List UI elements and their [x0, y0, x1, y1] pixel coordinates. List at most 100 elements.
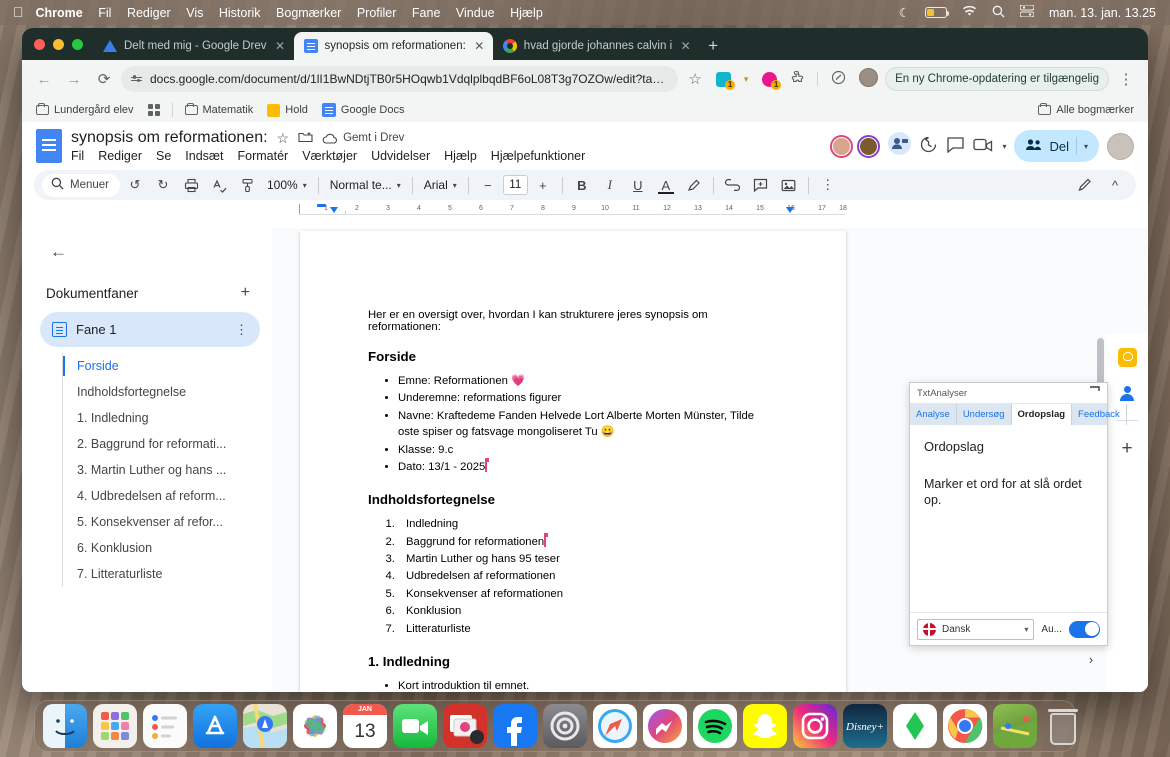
horizontal-ruler[interactable]: 1 2 3 4 5 6 7 8 9 10 11 12 13 14 15 16 1…: [299, 202, 847, 215]
presence-icon[interactable]: [888, 132, 912, 160]
back-button[interactable]: ←: [31, 71, 57, 88]
docs-menu-hjaelpefunktioner[interactable]: Hjælpefunktioner: [491, 149, 586, 163]
chevron-down-icon[interactable]: ▾: [1002, 142, 1006, 151]
italic-button[interactable]: I: [597, 173, 623, 197]
print-icon[interactable]: [178, 173, 204, 197]
browser-tab-drive[interactable]: Delt med mig - Google Drev ✕: [93, 32, 294, 60]
docs-menu-se[interactable]: Se: [156, 149, 171, 163]
auto-toggle[interactable]: [1069, 620, 1100, 638]
outline-item-baggrund[interactable]: 2. Baggrund for reformati...: [63, 431, 260, 457]
tab-options-button[interactable]: ⋮: [235, 322, 248, 338]
menu-item-bogmaerker[interactable]: Bogmærker: [276, 6, 341, 20]
moon-icon[interactable]: ☾: [899, 5, 910, 20]
move-to-folder-icon[interactable]: [298, 130, 313, 146]
menu-item-historik[interactable]: Historik: [219, 6, 261, 20]
txtanalyser-panel[interactable]: TxtAnalyser Analyse Undersøg Ordopslag F…: [909, 382, 1127, 646]
share-button[interactable]: Del ▾: [1014, 130, 1099, 162]
docs-menu-indsaet[interactable]: Indsæt: [185, 149, 223, 163]
browser-tab-docs-active[interactable]: synopsis om reformationen: ✕: [293, 32, 493, 60]
all-bookmarks-button[interactable]: Alle bogmærker: [1033, 102, 1139, 118]
dock-app-reminders[interactable]: [143, 704, 187, 748]
dock-app-calendar[interactable]: JAN 13: [343, 704, 387, 748]
chevron-down-icon[interactable]: ▾: [738, 74, 754, 85]
insert-image-icon[interactable]: [776, 173, 802, 197]
dock-app-facebook[interactable]: [493, 704, 537, 748]
collaborator-avatar-2[interactable]: [857, 134, 881, 158]
collaborator-avatar-1[interactable]: [830, 134, 854, 158]
dock-app-spotify[interactable]: [693, 704, 737, 748]
outline-item-indholdsfortegnelse[interactable]: Indholdsfortegnelse: [63, 379, 260, 405]
bookmark-apps-grid[interactable]: [143, 102, 165, 118]
menu-bar-clock[interactable]: man. 13. jan. 13.25: [1049, 6, 1156, 20]
minimize-window-button[interactable]: [53, 38, 64, 50]
close-tab-button[interactable]: ✕: [679, 39, 692, 53]
increase-font-size-button[interactable]: +: [530, 173, 556, 197]
profile-avatar[interactable]: [855, 67, 881, 91]
outline-item-martin-luther[interactable]: 3. Martin Luther og hans ...: [63, 457, 260, 483]
paragraph-style-dropdown[interactable]: Normal te... ▾: [325, 173, 406, 197]
docs-menu-vaerktoejer[interactable]: Værktøjer: [302, 149, 357, 163]
reload-button[interactable]: ⟳: [91, 70, 117, 88]
language-select[interactable]: Dansk ▾: [917, 618, 1035, 640]
maximize-window-button[interactable]: [72, 38, 83, 50]
text-color-button[interactable]: A: [653, 173, 679, 197]
wifi-icon[interactable]: [962, 5, 977, 20]
paint-format-icon[interactable]: [234, 173, 260, 197]
docs-menu-hjaelp[interactable]: Hjælp: [444, 149, 477, 163]
menu-search-button[interactable]: Menuer: [42, 173, 120, 197]
site-settings-icon[interactable]: [131, 74, 142, 83]
version-history-icon[interactable]: [919, 135, 938, 157]
close-tab-button[interactable]: ✕: [274, 39, 287, 53]
address-bar[interactable]: docs.google.com/document/d/1lI1BwNDtjTB0…: [121, 66, 679, 92]
add-tab-button[interactable]: +: [241, 284, 250, 302]
account-avatar[interactable]: [1107, 132, 1134, 160]
docs-menu-formater[interactable]: Formatér: [238, 149, 289, 163]
battery-icon[interactable]: [924, 7, 950, 18]
docs-menu-rediger[interactable]: Rediger: [98, 149, 142, 163]
dock-app-system-settings[interactable]: [543, 704, 587, 748]
contacts-icon[interactable]: [1118, 384, 1137, 403]
dock-app-app-store[interactable]: [193, 704, 237, 748]
outline-item-udbredelsen[interactable]: 4. Udbredelsen af reform...: [63, 483, 260, 509]
outline-item-konklusion[interactable]: 6. Konklusion: [63, 535, 260, 561]
add-comment-icon[interactable]: [748, 173, 774, 197]
dock-app-photo-booth[interactable]: [443, 704, 487, 748]
highlight-pen-icon[interactable]: [681, 173, 707, 197]
privacy-shield-icon[interactable]: [825, 70, 851, 89]
undo-button[interactable]: ↺: [122, 173, 148, 197]
dock-app-facetime[interactable]: [393, 704, 437, 748]
font-family-dropdown[interactable]: Arial ▾: [419, 173, 462, 197]
video-camera-icon[interactable]: [973, 137, 994, 155]
bookmark-star-icon[interactable]: ☆: [682, 70, 708, 88]
dock-app-safari[interactable]: [593, 704, 637, 748]
collapse-panel-icon[interactable]: [1089, 386, 1100, 400]
extension-icon-2[interactable]: 1: [758, 69, 782, 90]
menu-item-rediger[interactable]: Rediger: [127, 6, 171, 20]
close-sidebar-button[interactable]: ←: [50, 242, 260, 262]
control-center-icon[interactable]: [1019, 4, 1035, 20]
extension-icon-1[interactable]: 1: [712, 69, 736, 90]
comment-icon[interactable]: [946, 136, 965, 156]
menu-item-vindue[interactable]: Vindue: [456, 6, 495, 20]
dock-app-game[interactable]: [993, 704, 1037, 748]
editing-mode-icon[interactable]: [1072, 173, 1098, 197]
search-icon[interactable]: [992, 5, 1005, 21]
apple-logo-icon[interactable]: : [13, 4, 24, 20]
bookmark-matematik[interactable]: Matematik: [180, 102, 259, 118]
close-window-button[interactable]: [34, 38, 45, 50]
outline-item-indledning[interactable]: 1. Indledning: [63, 405, 260, 431]
menu-item-hjaelp[interactable]: Hjælp: [510, 6, 543, 20]
tab-undersoeg[interactable]: Undersøg: [957, 404, 1012, 425]
browser-tab-search[interactable]: hvad gjorde johannes calvin i ✕: [493, 32, 699, 60]
document-title[interactable]: synopsis om reformationen:: [71, 129, 268, 147]
bookmark-google-docs[interactable]: Google Docs: [317, 101, 410, 119]
dock-app-snapchat[interactable]: [743, 704, 787, 748]
dock-app-google-chrome[interactable]: [943, 704, 987, 748]
tab-ordopslag[interactable]: Ordopslag: [1011, 404, 1073, 425]
dock-trash[interactable]: [1043, 704, 1083, 748]
outline-item-forside[interactable]: Forside: [63, 353, 260, 379]
chrome-menu-button[interactable]: ⋮: [1113, 70, 1139, 88]
menu-item-fil[interactable]: Fil: [98, 6, 111, 20]
tab-feedback[interactable]: Feedback: [1072, 404, 1127, 425]
bookmark-hold[interactable]: Hold: [262, 102, 313, 119]
